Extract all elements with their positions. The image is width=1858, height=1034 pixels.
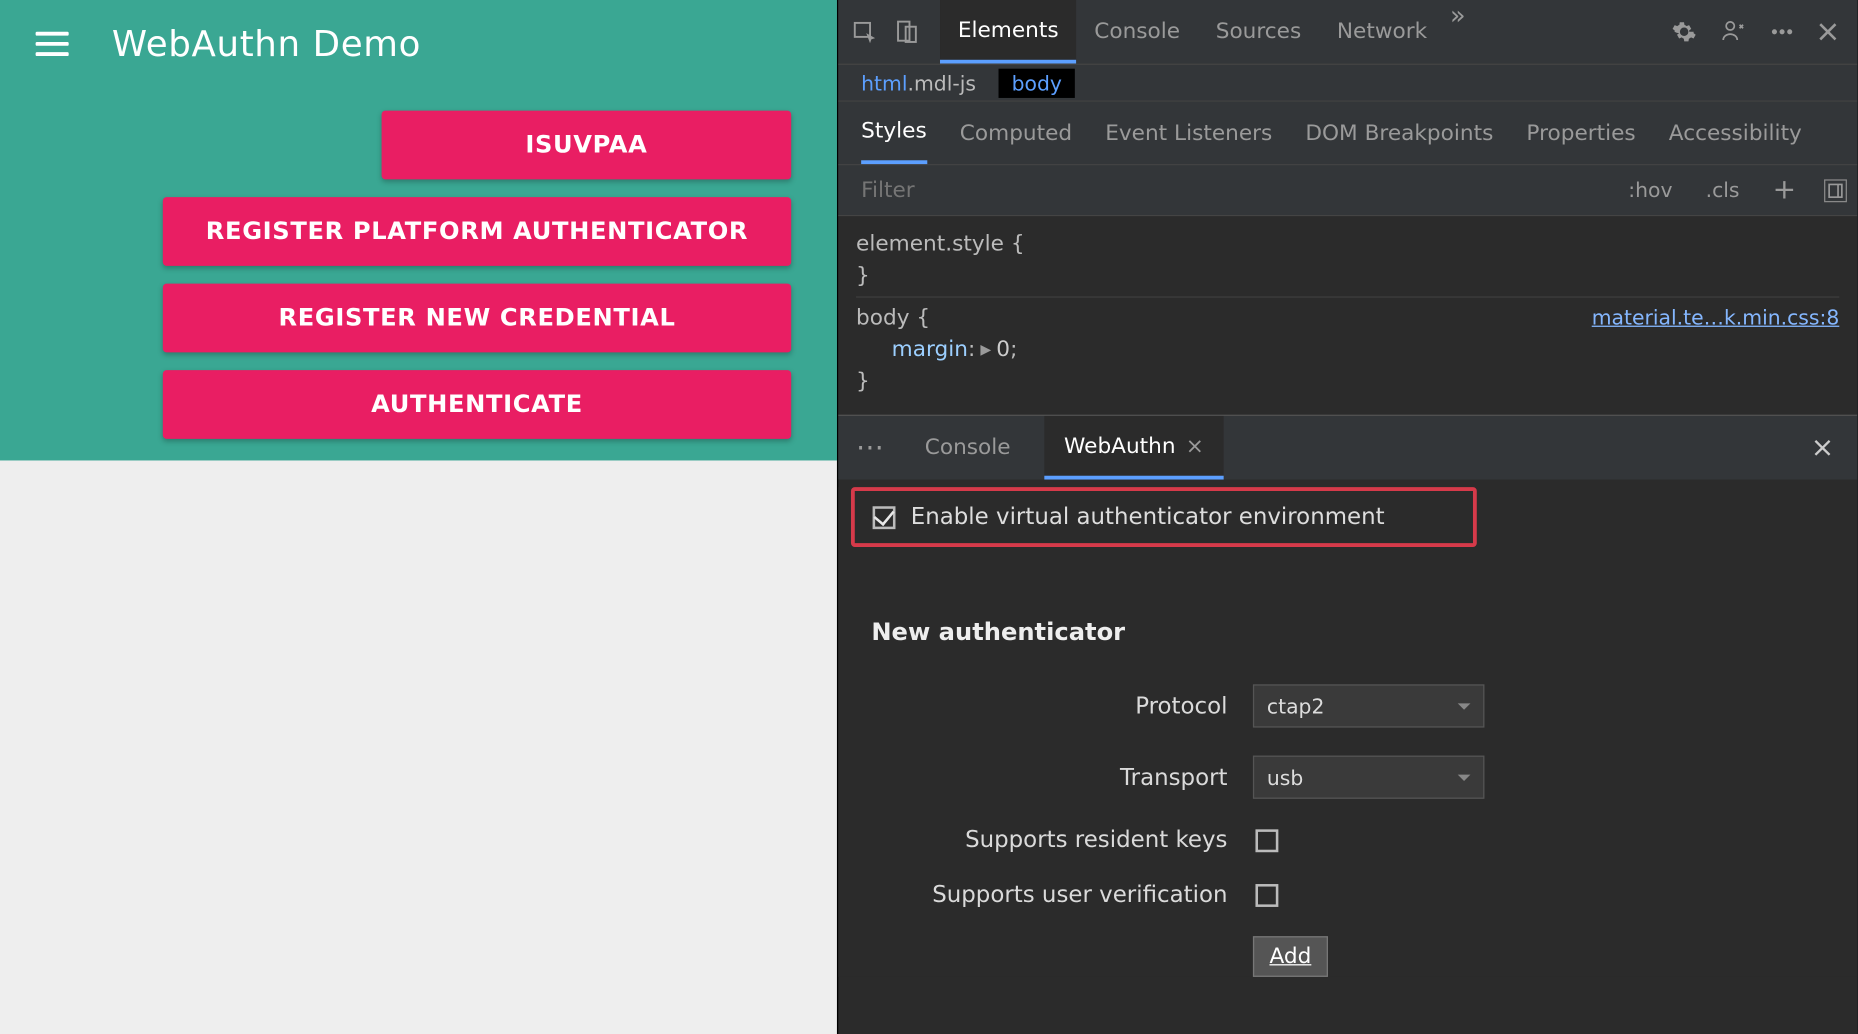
gear-icon[interactable] xyxy=(1671,19,1696,44)
account-icon[interactable] xyxy=(1720,18,1748,46)
expand-icon[interactable]: ▸ xyxy=(980,337,991,362)
devtools-top-bar: Elements Console Sources Network » xyxy=(838,0,1857,64)
breadcrumb-html[interactable]: html.mdl-js xyxy=(861,71,976,95)
inspect-icon[interactable] xyxy=(848,15,881,48)
tab-computed[interactable]: Computed xyxy=(960,102,1072,164)
tab-network[interactable]: Network xyxy=(1319,0,1445,64)
drawer-tab-console[interactable]: Console xyxy=(904,416,1031,480)
app-title: WebAuthn Demo xyxy=(112,23,421,65)
close-drawer-icon[interactable]: × xyxy=(1811,432,1845,464)
more-tabs-icon[interactable]: » xyxy=(1450,0,1466,64)
close-devtools-icon[interactable] xyxy=(1816,20,1839,43)
tab-dom-breakpoints[interactable]: DOM Breakpoints xyxy=(1305,102,1493,164)
device-toggle-icon[interactable] xyxy=(890,15,923,48)
drawer-tabbar: ⋯ Console WebAuthn× × xyxy=(838,416,1857,480)
webauthn-panel: Enable virtual authenticator environment… xyxy=(838,487,1857,977)
side-panel-icon[interactable] xyxy=(1824,179,1847,202)
register-credential-button[interactable]: REGISTER NEW CREDENTIAL xyxy=(163,284,791,353)
webauthn-demo-app: WebAuthn Demo ISUVPAA REGISTER PLATFORM … xyxy=(0,0,837,1034)
drawer: ⋯ Console WebAuthn× × Enable virtual aut… xyxy=(838,415,1857,977)
close-tab-icon[interactable]: × xyxy=(1186,433,1204,458)
tab-styles[interactable]: Styles xyxy=(861,102,927,164)
app-hero: WebAuthn Demo ISUVPAA REGISTER PLATFORM … xyxy=(0,0,837,460)
new-authenticator-heading: New authenticator xyxy=(871,618,1857,646)
kebab-icon[interactable] xyxy=(1771,28,1794,36)
cls-toggle[interactable]: .cls xyxy=(1701,178,1745,202)
tab-properties[interactable]: Properties xyxy=(1526,102,1635,164)
devtools: Elements Console Sources Network » xyxy=(837,0,1857,1034)
styles-filter-bar: :hov .cls + xyxy=(838,165,1857,216)
menu-icon[interactable] xyxy=(36,32,69,56)
protocol-select[interactable]: ctap2 xyxy=(1253,685,1485,728)
resident-keys-label: Supports resident keys xyxy=(871,827,1253,854)
enable-label: Enable virtual authenticator environment xyxy=(911,504,1385,531)
drawer-tab-webauthn[interactable]: WebAuthn× xyxy=(1044,416,1225,480)
authenticate-button[interactable]: AUTHENTICATE xyxy=(163,370,791,439)
transport-label: Transport xyxy=(871,764,1253,791)
element-style-selector[interactable]: element.style { xyxy=(856,229,1839,260)
add-rule-icon[interactable]: + xyxy=(1768,174,1802,206)
tab-event-listeners[interactable]: Event Listeners xyxy=(1105,102,1272,164)
isuvpaa-button[interactable]: ISUVPAA xyxy=(382,111,792,180)
source-link[interactable]: material.te…k.min.css:8 xyxy=(1592,303,1840,332)
filter-input[interactable] xyxy=(861,177,1600,202)
margin-property[interactable]: margin xyxy=(856,337,968,362)
transport-select[interactable]: usb xyxy=(1253,756,1485,799)
tab-console[interactable]: Console xyxy=(1076,0,1197,64)
hov-toggle[interactable]: :hov xyxy=(1623,178,1677,202)
tab-accessibility[interactable]: Accessibility xyxy=(1669,102,1802,164)
enable-virtual-authenticator-row: Enable virtual authenticator environment xyxy=(851,487,1477,547)
drawer-kebab-icon[interactable]: ⋯ xyxy=(851,432,892,464)
user-verification-checkbox[interactable] xyxy=(1255,884,1278,907)
protocol-label: Protocol xyxy=(871,693,1253,720)
resident-keys-checkbox[interactable] xyxy=(1255,829,1278,852)
add-button[interactable]: Add xyxy=(1253,936,1328,977)
tab-elements[interactable]: Elements xyxy=(940,0,1076,64)
styles-tabbar: Styles Computed Event Listeners DOM Brea… xyxy=(838,102,1857,166)
register-platform-button[interactable]: REGISTER PLATFORM AUTHENTICATOR xyxy=(163,197,791,266)
enable-checkbox[interactable] xyxy=(873,506,896,529)
tab-sources[interactable]: Sources xyxy=(1198,0,1319,64)
breadcrumb-body[interactable]: body xyxy=(999,68,1075,97)
user-verification-label: Supports user verification xyxy=(871,882,1253,909)
margin-value[interactable]: 0 xyxy=(996,337,1010,362)
css-rules: element.style { } material.te…k.min.css:… xyxy=(838,216,1857,415)
dom-breadcrumb: html.mdl-js body xyxy=(838,64,1857,102)
